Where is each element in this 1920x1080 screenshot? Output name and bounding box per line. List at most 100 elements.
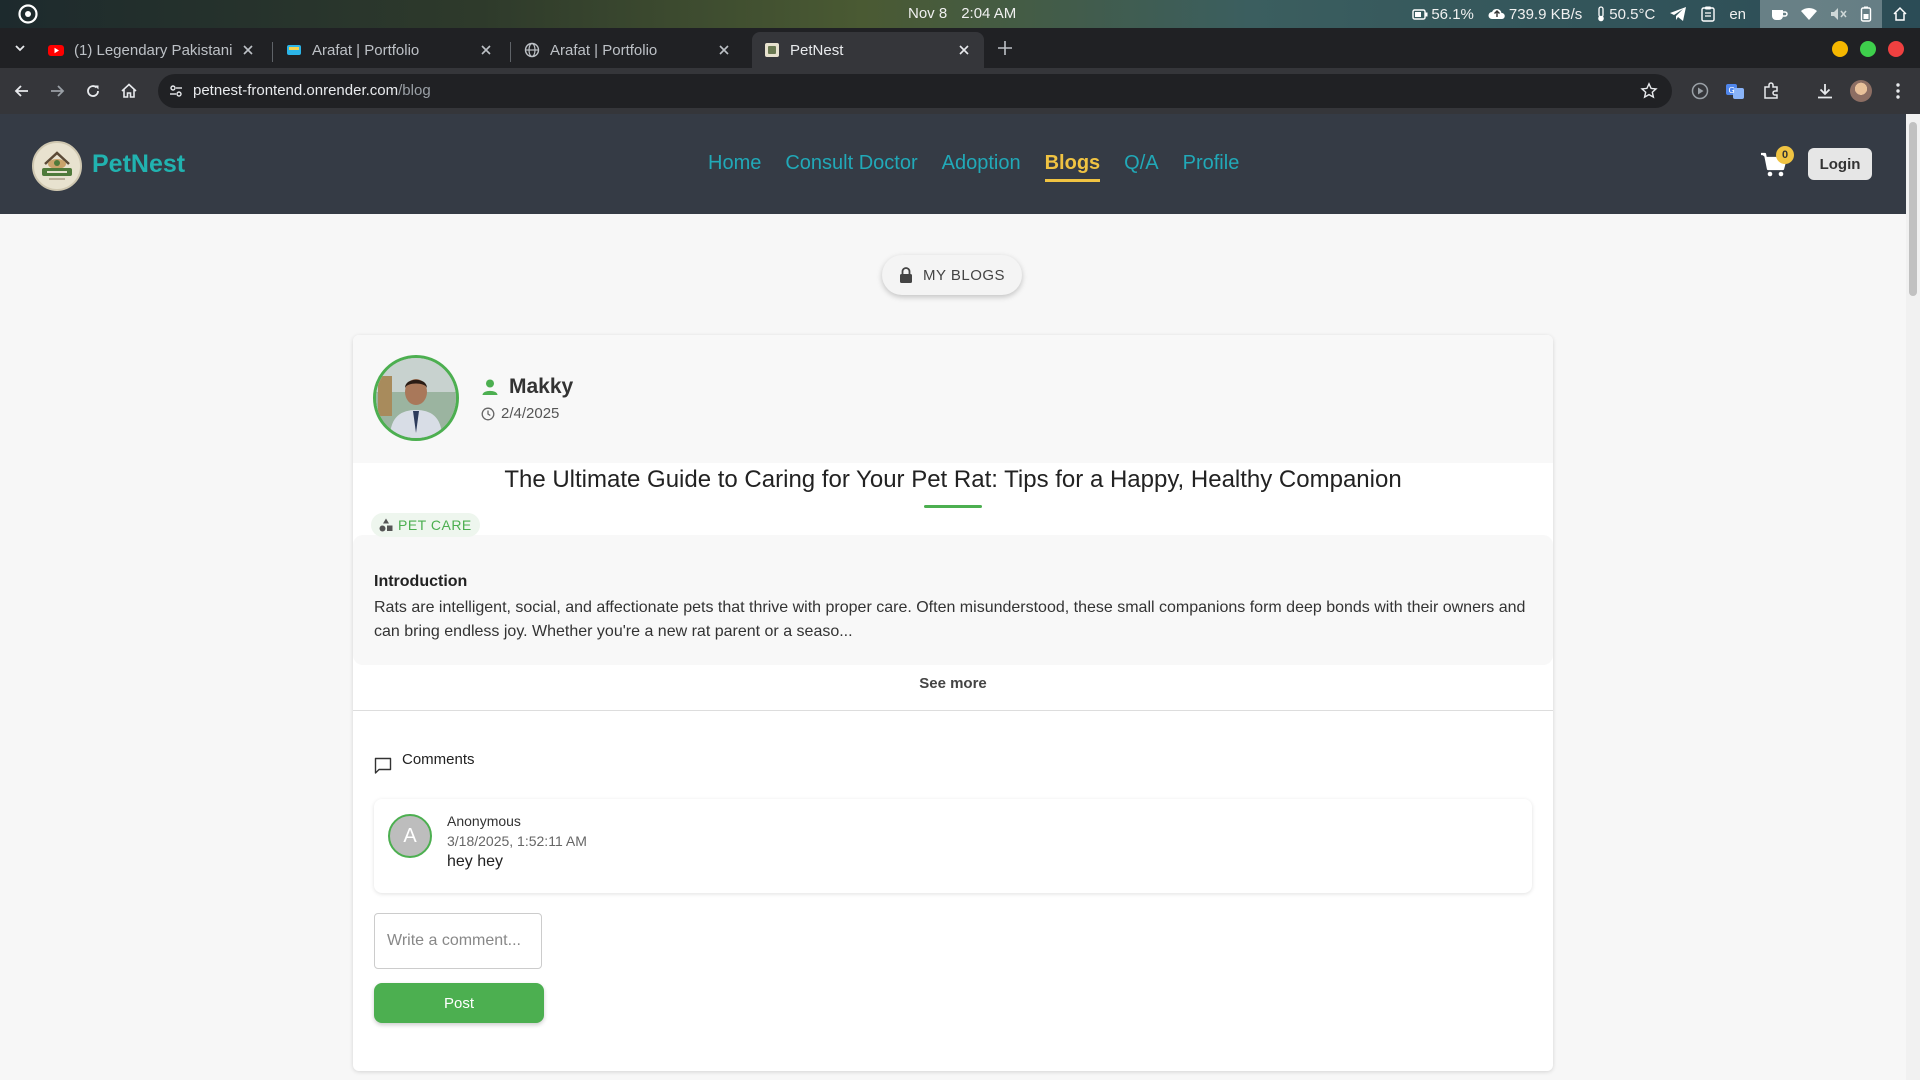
- youtube-icon: [48, 45, 64, 56]
- main-nav: Home Consult Doctor Adoption Blogs Q/A P…: [708, 152, 1239, 182]
- browser-menu-icon[interactable]: [1888, 81, 1908, 101]
- tab-title: (1) Legendary Pakistani S: [74, 41, 232, 59]
- comment-timestamp: 3/18/2025, 1:52:11 AM: [447, 833, 587, 849]
- forward-arrow-icon[interactable]: [47, 81, 67, 101]
- network-speed: 739.9 KB/s: [1508, 5, 1583, 23]
- page-scrollbar[interactable]: [1906, 114, 1920, 1080]
- excerpt-text: Rats are intelligent, social, and affect…: [374, 599, 1526, 640]
- title-underline: [924, 505, 982, 508]
- address-bar[interactable]: petnest-frontend.onrender.com/blog: [158, 74, 1672, 108]
- tab-separator: [272, 42, 273, 62]
- close-icon[interactable]: [956, 42, 972, 58]
- petnest-logo[interactable]: [32, 141, 82, 191]
- clipboard-icon[interactable]: [1701, 6, 1716, 22]
- extensions-puzzle-icon[interactable]: [1762, 81, 1782, 101]
- thermometer-icon: [1598, 6, 1605, 22]
- section-divider: [353, 710, 1553, 711]
- petnest-logo-icon: [42, 151, 72, 180]
- author-avatar[interactable]: [373, 355, 459, 441]
- close-icon[interactable]: [240, 42, 256, 58]
- nav-qa[interactable]: Q/A: [1124, 152, 1158, 182]
- reload-icon[interactable]: [83, 81, 103, 101]
- my-blogs-button[interactable]: MY BLOGS: [882, 255, 1022, 295]
- home-icon[interactable]: [119, 81, 139, 101]
- post-date: 2/4/2025: [501, 405, 560, 422]
- comment-author: Anonymous: [447, 813, 521, 829]
- language-indicator[interactable]: en: [1729, 6, 1746, 23]
- category-chip[interactable]: PET CARE: [371, 513, 480, 537]
- temperature-status[interactable]: 50.5°C: [1596, 6, 1655, 23]
- os-top-bar: Nov 8 2:04 AM 56.1% 739.9 KB/s 50.5°C en: [0, 0, 1920, 28]
- download-icon[interactable]: [1815, 81, 1835, 101]
- nav-home[interactable]: Home: [708, 152, 761, 182]
- site-info-icon[interactable]: [168, 83, 184, 99]
- close-icon[interactable]: [716, 42, 732, 58]
- telegram-icon[interactable]: [1669, 6, 1687, 22]
- os-time: 2:04 AM: [961, 5, 1017, 22]
- network-speed-status[interactable]: 739.9 KB/s: [1488, 6, 1582, 23]
- home-tray-icon[interactable]: [1892, 6, 1908, 22]
- brand-name[interactable]: PetNest: [92, 150, 185, 179]
- comment-input[interactable]: [374, 913, 542, 969]
- maximize-button[interactable]: [1860, 41, 1876, 57]
- system-tray[interactable]: [1760, 0, 1882, 28]
- comment-avatar: A: [388, 814, 432, 858]
- lock-icon: [899, 267, 912, 283]
- url-path: /blog: [398, 82, 431, 99]
- battery-percent: 56.1%: [1431, 5, 1474, 23]
- back-arrow-icon[interactable]: [12, 81, 32, 101]
- petnest-icon: [765, 43, 779, 57]
- post-header: Makky 2/4/2025: [353, 335, 1553, 463]
- tab-youtube[interactable]: (1) Legendary Pakistani S: [36, 32, 268, 68]
- my-blogs-label: MY BLOGS: [922, 266, 1006, 284]
- os-logo-icon[interactable]: [18, 4, 38, 24]
- tab-portfolio-2[interactable]: Arafat | Portfolio: [512, 32, 744, 68]
- browser-toolbar: petnest-frontend.onrender.com/blog G: [0, 68, 1920, 114]
- comment-text: hey hey: [447, 853, 504, 870]
- close-icon[interactable]: [478, 42, 494, 58]
- new-tab-plus-icon[interactable]: [996, 39, 1014, 57]
- tab-portfolio[interactable]: Arafat | Portfolio: [274, 32, 506, 68]
- post-comment-button[interactable]: Post: [374, 983, 544, 1023]
- scrollbar-thumb[interactable]: [1909, 122, 1917, 296]
- minimize-button[interactable]: [1832, 41, 1848, 57]
- battery-status[interactable]: 56.1%: [1412, 6, 1474, 23]
- cloud-upload-icon: [1488, 8, 1505, 20]
- coffee-icon: [1772, 10, 1788, 20]
- portfolio-icon: [287, 45, 301, 55]
- tab-title: Arafat | Portfolio: [550, 41, 658, 59]
- site-navbar: PetNest Home Consult Doctor Adoption Blo…: [0, 114, 1906, 214]
- login-button[interactable]: Login: [1808, 148, 1872, 180]
- cart-count-badge: 0: [1776, 146, 1794, 164]
- comment-bubble-icon: [374, 757, 392, 774]
- tab-separator: [510, 42, 511, 62]
- post-excerpt: Introduction Rats are intelligent, socia…: [353, 535, 1553, 665]
- tab-title: PetNest: [790, 41, 844, 59]
- clock-icon: [481, 407, 495, 420]
- svg-text:G: G: [1729, 86, 1735, 95]
- author-photo: [376, 358, 456, 438]
- tab-search-chevron-icon[interactable]: [12, 40, 28, 56]
- post-title: The Ultimate Guide to Caring for Your Pe…: [504, 466, 1402, 493]
- os-date: Nov 8: [908, 5, 948, 22]
- media-control-icon[interactable]: [1690, 81, 1710, 101]
- nav-consult-doctor[interactable]: Consult Doctor: [785, 152, 917, 182]
- page-viewport: PetNest Home Consult Doctor Adoption Blo…: [0, 114, 1906, 1080]
- nav-profile[interactable]: Profile: [1183, 152, 1240, 182]
- nav-adoption[interactable]: Adoption: [942, 152, 1021, 182]
- os-clock[interactable]: Nov 8 2:04 AM: [908, 5, 1030, 22]
- translate-extension-icon[interactable]: G: [1725, 81, 1745, 101]
- nav-blogs[interactable]: Blogs: [1044, 152, 1101, 182]
- close-window-button[interactable]: [1888, 41, 1904, 57]
- bookmark-star-icon[interactable]: [1640, 82, 1658, 100]
- globe-icon: [524, 42, 540, 58]
- browser-tab-bar: (1) Legendary Pakistani S Arafat | Portf…: [0, 28, 1920, 68]
- excerpt-heading: Introduction: [374, 573, 468, 590]
- category-label: PET CARE: [398, 517, 472, 533]
- see-more-button[interactable]: See more: [353, 675, 1553, 692]
- profile-avatar[interactable]: [1850, 80, 1872, 102]
- tab-petnest[interactable]: PetNest: [752, 32, 984, 68]
- url-text: petnest-frontend.onrender.com/blog: [193, 82, 431, 99]
- comment-item: A Anonymous 3/18/2025, 1:52:11 AM hey he…: [374, 799, 1532, 893]
- tab-title: Arafat | Portfolio: [312, 41, 420, 59]
